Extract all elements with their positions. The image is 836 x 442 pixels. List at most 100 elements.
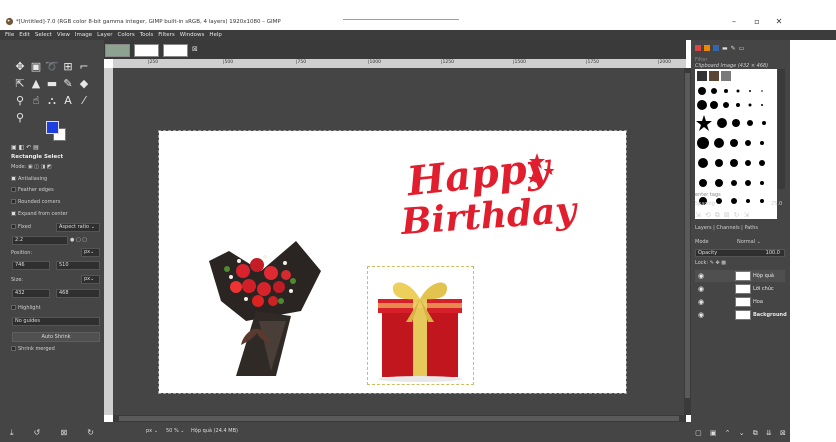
menu-colors[interactable]: Colors xyxy=(117,32,134,38)
feather-edges-checkbox[interactable] xyxy=(11,187,16,192)
images-tab-icon[interactable]: ▭ xyxy=(739,45,745,52)
fonts-tab-icon[interactable] xyxy=(713,45,719,51)
shrink-merged-option[interactable]: Shrink merged xyxy=(11,346,55,352)
image-tab-2[interactable] xyxy=(134,44,159,57)
flower-bouquet-image[interactable] xyxy=(201,191,326,381)
size-height-input[interactable]: 468 xyxy=(56,289,100,298)
delete-options-icon[interactable]: ⊠ xyxy=(60,428,67,437)
brush-actions-bar[interactable]: ⇲⟲⧉⊠↻⇲ xyxy=(695,211,753,220)
save-options-icon[interactable]: ⤓ xyxy=(10,428,14,438)
expand-from-center-checkbox[interactable] xyxy=(11,211,16,216)
menu-file[interactable]: File xyxy=(5,32,14,38)
position-y-input[interactable]: 510 xyxy=(56,261,100,270)
color-picker-tool-icon[interactable]: ⁄ xyxy=(76,93,92,109)
layer-item-hop-qua[interactable]: ◉ Hộp quà xyxy=(695,270,785,282)
menu-windows[interactable]: Windows xyxy=(180,32,205,38)
delete-layer-icon[interactable]: ⊠ xyxy=(780,429,786,437)
position-unit-select[interactable]: px⌄ xyxy=(81,248,100,257)
antialiasing-option[interactable]: Antialiasing xyxy=(11,176,47,182)
aspect-ratio-select[interactable]: Aspect ratio ⌄ xyxy=(56,223,100,232)
fuzzy-select-tool-icon[interactable]: ⊞ xyxy=(60,59,76,75)
lock-icons[interactable]: ✎ ✥ ▩ xyxy=(710,260,726,266)
shrink-merged-checkbox[interactable] xyxy=(11,346,16,351)
eraser-tool-icon[interactable]: ◆ xyxy=(76,76,92,92)
text-tool-icon[interactable]: A xyxy=(60,93,76,109)
bucket-fill-tool-icon[interactable]: ▬ xyxy=(44,76,60,92)
size-unit-select[interactable]: px⌄ xyxy=(81,275,100,284)
vertical-scrollbar[interactable] xyxy=(684,68,691,415)
tool-options-tabs[interactable]: ▣ ◧ ↶ ▤ xyxy=(11,144,39,153)
guides-select[interactable]: No guides xyxy=(12,317,100,326)
close-button[interactable]: ✕ xyxy=(772,17,786,26)
vertical-scroll-thumb[interactable] xyxy=(685,73,690,398)
layers-tab[interactable]: Layers xyxy=(695,225,712,231)
crop-tool-icon[interactable]: ⌐ xyxy=(76,59,92,75)
highlight-option[interactable]: Highlight xyxy=(11,305,41,311)
smudge-tool-icon[interactable]: ☝ xyxy=(28,93,44,109)
channels-tab[interactable]: Channels xyxy=(716,225,739,231)
rect-select-tool-icon[interactable]: ▣ xyxy=(28,59,44,75)
new-layer-icon[interactable]: ▢ xyxy=(695,429,702,437)
brushes-tab-icon[interactable] xyxy=(695,45,701,51)
highlight-checkbox[interactable] xyxy=(11,305,16,310)
document-history-icon[interactable]: ▬ xyxy=(722,45,728,52)
mode-buttons[interactable]: ▣ ◫ ◨ ◩ xyxy=(28,164,52,170)
visibility-eye-icon[interactable]: ◉ xyxy=(698,311,704,319)
patterns-tab-icon[interactable] xyxy=(704,45,710,51)
paths-tab[interactable]: Paths xyxy=(744,225,758,231)
ratio-input[interactable]: 2:2 xyxy=(12,236,68,245)
expand-from-center-option[interactable]: Expand from center xyxy=(11,211,68,217)
menu-help[interactable]: Help xyxy=(209,32,222,38)
antialiasing-checkbox[interactable] xyxy=(11,176,16,181)
position-x-input[interactable]: 746 xyxy=(12,261,50,270)
minimize-button[interactable]: – xyxy=(727,17,741,26)
image-tab-3[interactable] xyxy=(163,44,188,57)
birthday-greeting[interactable]: Happy Birthday xyxy=(391,144,578,265)
opacity-slider[interactable]: Opacity 100.0 xyxy=(695,249,785,257)
paths-tool-icon[interactable]: ⛬ xyxy=(44,93,60,109)
layer-item-background[interactable]: ◉ Background xyxy=(695,309,787,321)
visibility-eye-icon[interactable]: ◉ xyxy=(698,285,704,293)
menu-filters[interactable]: Filters xyxy=(158,32,175,38)
horizontal-scroll-thumb[interactable] xyxy=(119,416,679,421)
menu-image[interactable]: Image xyxy=(75,32,92,38)
feather-edges-option[interactable]: Feather edges xyxy=(11,187,54,193)
menu-select[interactable]: Select xyxy=(35,32,52,38)
menu-view[interactable]: View xyxy=(57,32,70,38)
visibility-eye-icon[interactable]: ◉ xyxy=(698,298,704,306)
restore-options-icon[interactable]: ↺ xyxy=(34,428,41,437)
menu-layer[interactable]: Layer xyxy=(97,32,112,38)
pencil-tab-icon[interactable]: ✎ xyxy=(731,45,736,52)
menu-edit[interactable]: Edit xyxy=(19,32,30,38)
ratio-orientation-icons[interactable]: ● ▢ ▢ xyxy=(70,237,87,243)
zoom-select[interactable]: 50 % ⌄ xyxy=(166,428,184,434)
maximize-button[interactable]: ▫ xyxy=(750,17,764,26)
rounded-corners-option[interactable]: Rounded corners xyxy=(11,199,60,205)
size-width-input[interactable]: 432 xyxy=(12,289,50,298)
brush-scrollbar[interactable] xyxy=(778,69,785,189)
color-swatches[interactable] xyxy=(46,121,68,143)
horizontal-scrollbar[interactable] xyxy=(113,415,686,422)
spacing-value[interactable]: 25.0 xyxy=(771,201,782,207)
rounded-corners-checkbox[interactable] xyxy=(11,199,16,204)
raise-layer-icon[interactable]: ⌃ xyxy=(725,429,731,437)
visibility-eye-icon[interactable]: ◉ xyxy=(698,272,704,280)
brush-tags-input[interactable]: enter tags xyxy=(695,192,721,198)
layer-mode-select[interactable]: Normal ⌄ xyxy=(737,239,761,245)
duplicate-layer-icon[interactable]: ⧉ xyxy=(753,429,758,438)
lower-layer-icon[interactable]: ⌄ xyxy=(739,429,745,437)
paintbrush-tool-icon[interactable]: ✎ xyxy=(60,76,76,92)
foreground-color-swatch[interactable] xyxy=(46,121,59,134)
layer-item-loi-chuc[interactable]: ◉ Lời chúc xyxy=(695,283,785,295)
image-tab-1[interactable] xyxy=(105,44,130,57)
menu-tools[interactable]: Tools xyxy=(140,32,154,38)
merge-layer-icon[interactable]: ⇊ xyxy=(766,429,772,437)
fixed-checkbox[interactable] xyxy=(11,224,16,229)
layer-item-hoa[interactable]: ◉ Hoa xyxy=(695,296,785,308)
auto-shrink-button[interactable]: Auto Shrink xyxy=(12,332,100,342)
move-tool-icon[interactable]: ✥ xyxy=(12,59,28,75)
warp-tool-icon[interactable]: ▲ xyxy=(28,76,44,92)
zoom-tool-icon[interactable]: ⚲ xyxy=(12,110,28,126)
lasso-tool-icon[interactable]: ➰ xyxy=(44,59,60,75)
clone-tool-icon[interactable]: ⚲ xyxy=(12,93,28,109)
